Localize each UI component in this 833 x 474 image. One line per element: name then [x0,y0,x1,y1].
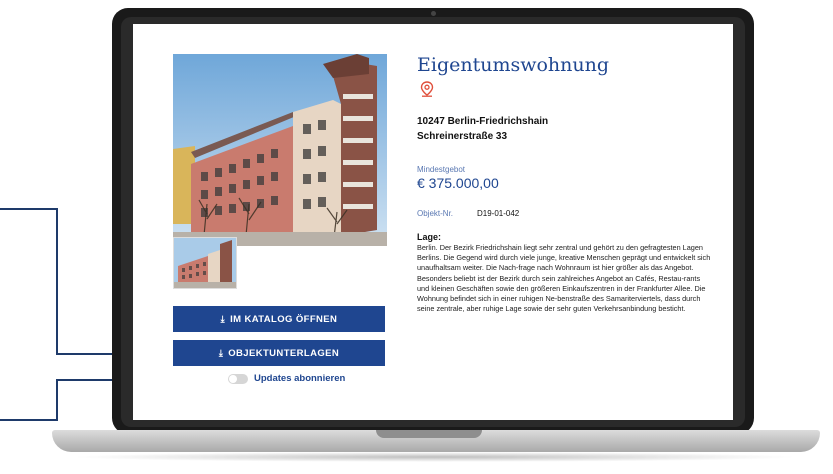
subscribe-updates: Updates abonnieren [228,373,345,384]
address-line-1: 10247 Berlin-Friedrichshain [417,116,549,127]
min-bid-label: Mindestgebot [417,165,466,174]
download-icon: ⤓ [220,313,226,324]
camera-icon [431,11,436,16]
screen: ⤓ IM KATALOG ÖFFNEN ⤓ OBJEKTUNTERLAGEN U… [133,24,733,420]
address: 10247 Berlin-Friedrichshain Schreinerstr… [417,114,548,144]
callout-line-subscribe-vertical [56,379,58,421]
callout-line-subscribe-horizontal-bottom [0,419,58,421]
property-thumbnail[interactable] [173,237,237,289]
listing-title: Eigentumswohnung [417,54,610,76]
min-bid-value: € 375.000,00 [417,175,499,191]
callout-line-documents-vertical [56,208,58,355]
object-number-label: Objekt-Nr. [417,209,454,218]
callout-line-documents-horizontal-top [0,208,58,210]
subscribe-toggle[interactable] [228,373,248,384]
open-catalog-button[interactable]: ⤓ IM KATALOG ÖFFNEN [173,306,385,332]
open-catalog-button-label: IM KATALOG ÖFFNEN [230,313,338,325]
laptop-shadow [70,452,800,462]
address-line-2: Schreinerstraße 33 [417,131,508,142]
map-pin-icon[interactable] [420,81,434,102]
property-photo[interactable] [173,54,387,246]
laptop-notch [376,430,482,438]
download-icon: ⤓ [218,347,224,358]
object-documents-button[interactable]: ⤓ OBJEKTUNTERLAGEN [173,340,385,366]
subscribe-label: Updates abonnieren [254,373,346,384]
location-heading: Lage: [417,232,442,242]
object-number-value: D19-01-042 [477,209,520,218]
location-description: Berlin. Der Bezirk Friedrichshain liegt … [417,243,711,314]
object-documents-button-label: OBJEKTUNTERLAGEN [228,347,340,359]
